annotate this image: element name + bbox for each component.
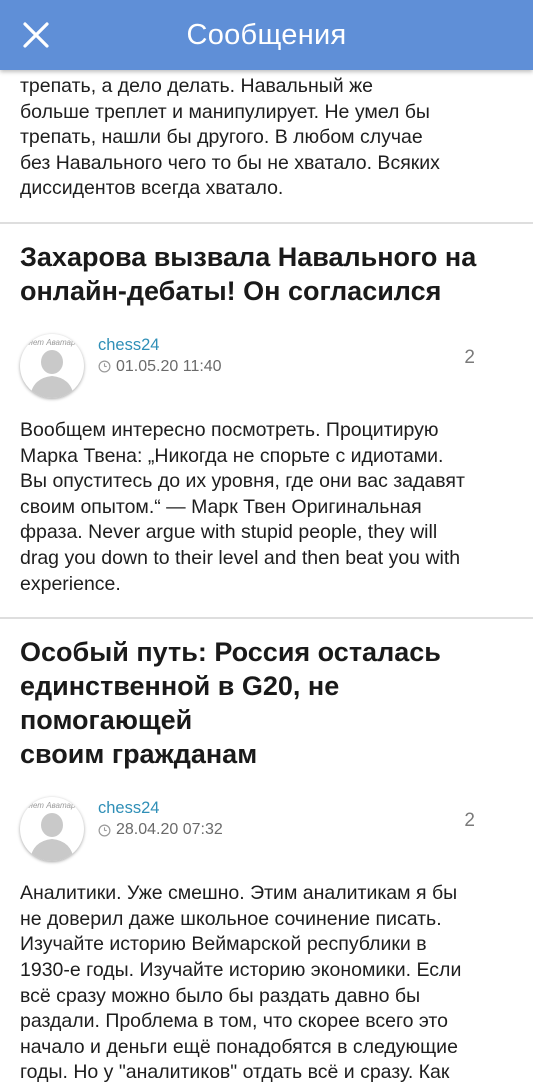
reply-count: 2 — [464, 810, 475, 832]
post-date-text: 01.05.20 11:40 — [116, 357, 222, 375]
close-button[interactable] — [14, 13, 58, 57]
message-text: Вообщем интересно посмотреть. Процитирую… — [20, 418, 465, 595]
message-feed[interactable]: трепать, а дело делать. Навальный же бол… — [0, 70, 533, 1086]
avatar[interactable]: нет Аватар — [20, 333, 84, 398]
post-date-text: 28.04.20 07:32 — [116, 821, 223, 839]
author-link[interactable]: chess24 — [98, 336, 159, 355]
author-link[interactable]: chess24 — [98, 799, 159, 818]
page-title: Сообщения — [186, 19, 347, 51]
clock-icon — [98, 824, 111, 837]
post-date: 28.04.20 07:32 — [98, 821, 223, 839]
post-title[interactable]: Особый путь: Россия осталась единственно… — [0, 635, 533, 771]
post-date: 01.05.20 11:40 — [98, 358, 222, 376]
message-text: трепать, а дело делать. Навальный же бол… — [20, 75, 440, 200]
post-meta: нет Аватар chess24 28.04.20 07:32 2 — [0, 787, 533, 877]
close-icon — [23, 22, 49, 48]
message-item[interactable]: Особый путь: Россия осталась единственно… — [0, 619, 533, 1086]
message-item[interactable]: Захарова вызвала Навального на онлайн-де… — [0, 224, 533, 617]
clock-icon — [98, 360, 111, 373]
post-title[interactable]: Захарова вызвала Навального на онлайн-де… — [0, 240, 533, 308]
avatar[interactable]: нет Аватар — [20, 797, 84, 862]
reply-count: 2 — [464, 346, 475, 368]
avatar-placeholder-icon — [30, 349, 74, 398]
message-fragment: трепать, а дело делать. Навальный же бол… — [0, 70, 533, 222]
avatar-placeholder-icon — [30, 813, 74, 862]
post-meta: нет Аватар chess24 01.05.20 11:40 2 — [0, 324, 533, 414]
message-text: Аналитики. Уже смешно. Этим аналитикам я… — [20, 882, 462, 1084]
app-bar: Сообщения — [0, 0, 533, 70]
